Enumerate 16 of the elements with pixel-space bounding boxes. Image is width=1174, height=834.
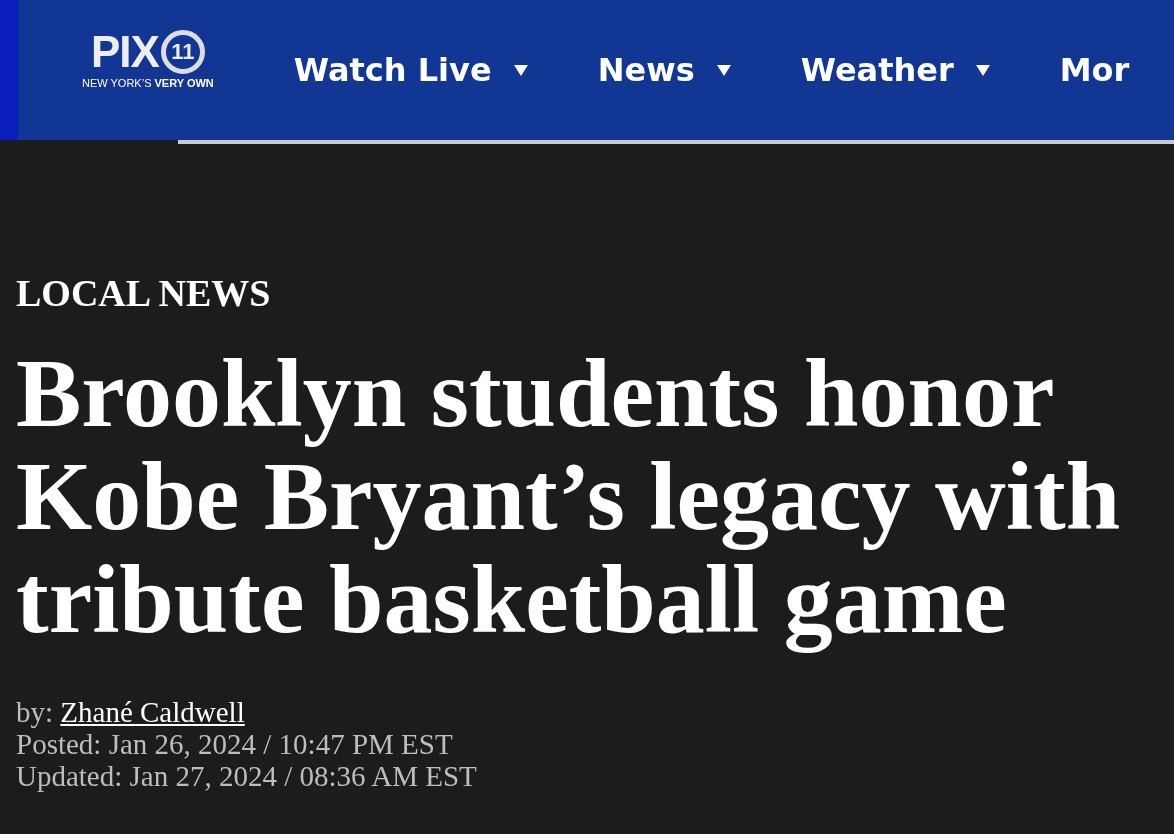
byline-label: by: bbox=[16, 696, 54, 728]
logo-tagline: NEW YORK’S VERY OWN bbox=[82, 77, 214, 89]
category-label: LOCAL NEWS bbox=[16, 274, 272, 312]
caret-icon bbox=[716, 64, 731, 76]
updated-date: Updated: Jan 27, 2024 / 08:36 AM EST bbox=[16, 760, 478, 792]
nav-item[interactable]: Watch Live bbox=[293, 51, 528, 89]
caret-icon bbox=[513, 64, 528, 76]
logo-wordmark[interactable]: PIX bbox=[90, 30, 159, 74]
headline: Brooklyn students honor Kobe Bryant’s legacy with tribute basketball game bbox=[16, 342, 1122, 651]
posted-date: Posted: Jan 26, 2024 / 10:47 PM EST bbox=[16, 728, 454, 760]
nav-item[interactable]: Mor bbox=[1059, 51, 1130, 89]
nav-item[interactable]: Weather bbox=[800, 51, 990, 89]
caret-icon bbox=[975, 64, 990, 76]
nav-item[interactable]: News bbox=[597, 51, 731, 89]
logo-number[interactable]: 11 bbox=[160, 30, 205, 74]
author-link[interactable]: Zhané Caldwell bbox=[60, 696, 245, 728]
